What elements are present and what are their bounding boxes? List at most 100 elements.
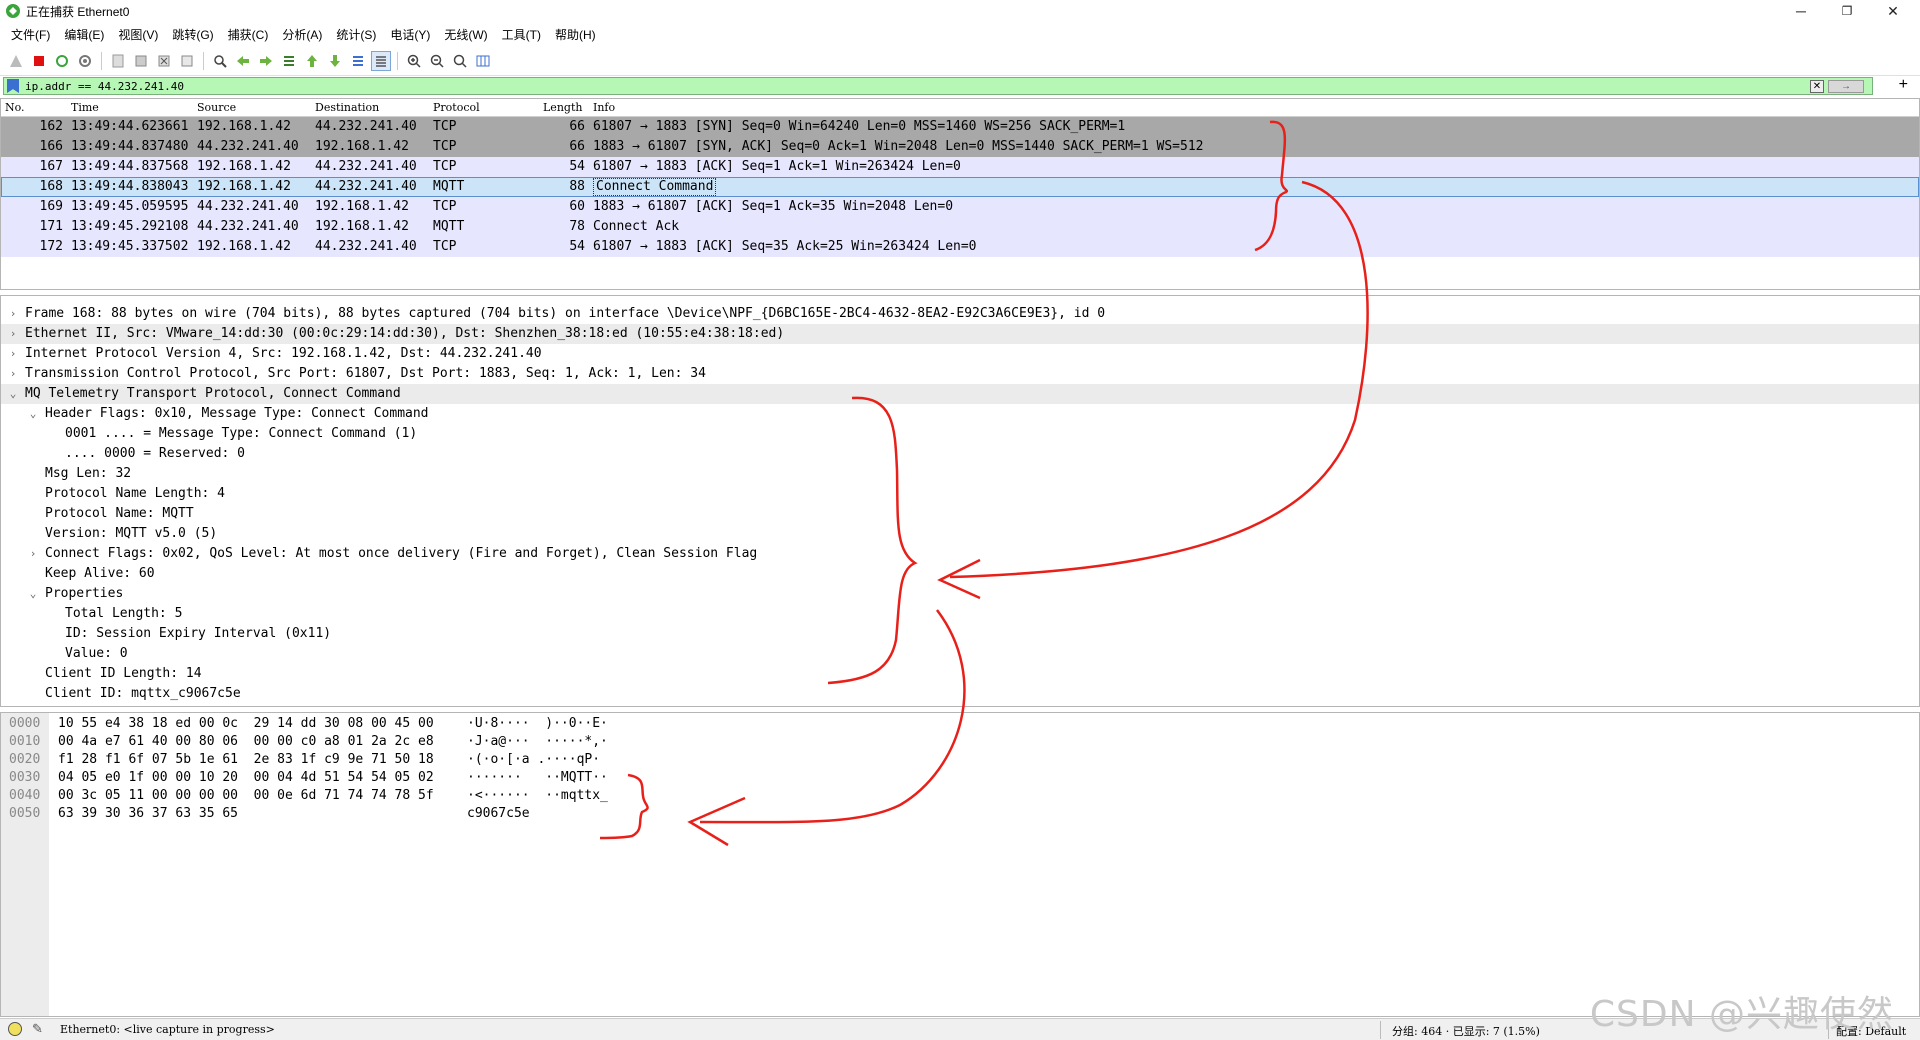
bookmark-icon[interactable] — [7, 79, 19, 93]
go-to-packet-icon[interactable] — [279, 51, 299, 71]
apply-filter-button[interactable]: → — [1828, 80, 1864, 93]
packet-row[interactable]: 169 13:49:45.059595 44.232.241.40 192.168.1… — [1, 197, 1919, 217]
menu-wireless[interactable]: 无线(W) — [437, 26, 494, 43]
bytes-hex[interactable]: 63 39 30 36 37 63 35 65 — [58, 805, 238, 823]
bytes-hex[interactable]: 04 05 e0 1f 00 00 10 20 00 04 4d 51 54 5… — [58, 769, 434, 787]
bytes-ascii[interactable]: ·<······ ··mqttx_ — [467, 787, 608, 805]
zoom-normal-icon[interactable] — [450, 51, 470, 71]
detail-item[interactable]: .... 0000 = Reserved: 0 — [1, 444, 1919, 464]
detail-item[interactable]: Version: MQTT v5.0 (5) — [1, 524, 1919, 544]
clear-filter-icon[interactable]: ✕ — [1810, 80, 1824, 93]
collapse-arrow-icon[interactable]: ⌄ — [27, 404, 39, 424]
detail-item[interactable]: ⌄ MQ Telemetry Transport Protocol, Connec… — [1, 384, 1919, 404]
open-file-icon[interactable] — [108, 51, 128, 71]
col-protocol[interactable]: Protocol — [433, 101, 480, 114]
stop-capture-icon[interactable] — [29, 51, 49, 71]
bytes-hex[interactable]: 00 3c 05 11 00 00 00 00 00 0e 6d 71 74 7… — [58, 787, 434, 805]
go-back-icon[interactable] — [233, 51, 253, 71]
collapse-arrow-icon[interactable]: ⌄ — [7, 384, 19, 404]
close-file-icon[interactable] — [154, 51, 174, 71]
col-source[interactable]: Source — [197, 101, 236, 114]
bytes-hex[interactable]: 10 55 e4 38 18 ed 00 0c 29 14 dd 30 08 0… — [58, 715, 434, 733]
menu-telephony[interactable]: 电话(Y) — [383, 26, 437, 43]
detail-item[interactable]: ⌄ Properties — [1, 584, 1919, 604]
detail-item[interactable]: Client ID Length: 14 — [1, 664, 1919, 684]
zoom-in-icon[interactable] — [404, 51, 424, 71]
zoom-out-icon[interactable] — [427, 51, 447, 71]
auto-scroll-icon[interactable] — [348, 51, 368, 71]
start-capture-icon[interactable] — [6, 51, 26, 71]
go-last-icon[interactable] — [325, 51, 345, 71]
menu-view[interactable]: 视图(V) — [111, 26, 165, 43]
menu-edit[interactable]: 编辑(E) — [57, 26, 111, 43]
expert-info-icon[interactable] — [8, 1022, 22, 1036]
menu-go[interactable]: 跳转(G) — [165, 26, 220, 43]
menu-help[interactable]: 帮助(H) — [548, 26, 603, 43]
packet-row[interactable]: 166 13:49:44.837480 44.232.241.40 192.168.1… — [1, 137, 1919, 157]
packet-list[interactable]: No. Time Source Destination Protocol Len… — [0, 98, 1920, 290]
packet-row[interactable]: 171 13:49:45.292108 44.232.241.40 192.168.1… — [1, 217, 1919, 237]
close-button[interactable]: ✕ — [1870, 0, 1916, 22]
save-file-icon[interactable] — [131, 51, 151, 71]
detail-item[interactable]: › Ethernet II, Src: VMware_14:dd:30 (00:0… — [1, 324, 1919, 344]
detail-item[interactable]: 0001 .... = Message Type: Connect Comman… — [1, 424, 1919, 444]
col-info[interactable]: Info — [593, 101, 615, 114]
capture-comment-icon[interactable]: ✎ — [32, 1022, 43, 1037]
collapse-arrow-icon[interactable]: ⌄ — [27, 584, 39, 604]
go-forward-icon[interactable] — [256, 51, 276, 71]
restart-capture-icon[interactable] — [52, 51, 72, 71]
detail-item[interactable]: › Transmission Control Protocol, Src Port… — [1, 364, 1919, 384]
display-filter-input[interactable] — [25, 79, 1805, 93]
packet-row[interactable]: 162 13:49:44.623661 192.168.1.42 44.232.241… — [1, 117, 1919, 137]
detail-item[interactable]: › Internet Protocol Version 4, Src: 192.1… — [1, 344, 1919, 364]
menu-file[interactable]: 文件(F) — [4, 26, 57, 43]
resize-columns-icon[interactable] — [473, 51, 493, 71]
bytes-ascii[interactable]: c9067c5e — [467, 805, 530, 823]
detail-item[interactable]: ⌄ Header Flags: 0x10, Message Type: Conne… — [1, 404, 1919, 424]
minimize-button[interactable]: ─ — [1778, 0, 1824, 22]
detail-item[interactable]: Value: 0 — [1, 644, 1919, 664]
col-destination[interactable]: Destination — [315, 101, 379, 114]
detail-item[interactable]: Msg Len: 32 — [1, 464, 1919, 484]
detail-item[interactable]: Protocol Name Length: 4 — [1, 484, 1919, 504]
expand-arrow-icon[interactable]: › — [27, 544, 39, 564]
packet-cell-dst: 192.168.1.42 — [315, 219, 409, 234]
expand-arrow-icon[interactable]: › — [7, 344, 19, 364]
packet-row[interactable]: 172 13:49:45.337502 192.168.1.42 44.232.241… — [1, 237, 1919, 257]
menu-capture[interactable]: 捕获(C) — [221, 26, 276, 43]
detail-item[interactable]: Client ID: mqttx_c9067c5e — [1, 684, 1919, 704]
detail-item[interactable]: Total Length: 5 — [1, 604, 1919, 624]
packet-bytes-pane[interactable]: 0000 10 55 e4 38 18 ed 00 0c 29 14 dd 30 … — [0, 712, 1920, 1017]
menu-statistics[interactable]: 统计(S) — [329, 26, 383, 43]
toolbar-separator — [101, 51, 102, 70]
restore-button[interactable]: ❐ — [1824, 0, 1870, 22]
go-first-icon[interactable] — [302, 51, 322, 71]
find-packet-icon[interactable] — [210, 51, 230, 71]
packet-row[interactable]: 167 13:49:44.837568 192.168.1.42 44.232.241… — [1, 157, 1919, 177]
detail-item[interactable]: › Connect Flags: 0x02, QoS Level: At most… — [1, 544, 1919, 564]
bytes-hex[interactable]: f1 28 f1 6f 07 5b 1e 61 2e 83 1f c9 9e 7… — [58, 751, 434, 769]
menu-tools[interactable]: 工具(T) — [495, 26, 548, 43]
bytes-hex[interactable]: 00 4a e7 61 40 00 80 06 00 00 c0 a8 01 2… — [58, 733, 434, 751]
expand-arrow-icon[interactable]: › — [7, 324, 19, 344]
col-length[interactable]: Length — [543, 101, 582, 114]
detail-item[interactable]: ID: Session Expiry Interval (0x11) — [1, 624, 1919, 644]
detail-item[interactable]: Protocol Name: MQTT — [1, 504, 1919, 524]
col-no[interactable]: No. — [5, 101, 25, 114]
capture-options-icon[interactable] — [75, 51, 95, 71]
detail-item[interactable]: Keep Alive: 60 — [1, 564, 1919, 584]
bytes-ascii[interactable]: ·U·8···· )··0··E· — [467, 715, 608, 733]
bytes-ascii[interactable]: ·(·o·[·a .····qP· — [467, 751, 600, 769]
bytes-ascii[interactable]: ······· ··MQTT·· — [467, 769, 608, 787]
detail-item[interactable]: › Frame 168: 88 bytes on wire (704 bits),… — [1, 304, 1919, 324]
bytes-ascii[interactable]: ·J·a@··· ·····*,· — [467, 733, 608, 751]
packet-row[interactable]: 168 13:49:44.838043 192.168.1.42 44.232.241… — [1, 177, 1919, 197]
col-time[interactable]: Time — [71, 101, 99, 114]
reload-file-icon[interactable] — [177, 51, 197, 71]
packet-details-tree[interactable]: › Frame 168: 88 bytes on wire (704 bits),… — [0, 295, 1920, 707]
menu-analyze[interactable]: 分析(A) — [275, 26, 329, 43]
expand-arrow-icon[interactable]: › — [7, 304, 19, 324]
expand-arrow-icon[interactable]: › — [7, 364, 19, 384]
colorize-icon[interactable] — [371, 50, 391, 71]
add-filter-button[interactable]: + — [1899, 76, 1908, 94]
